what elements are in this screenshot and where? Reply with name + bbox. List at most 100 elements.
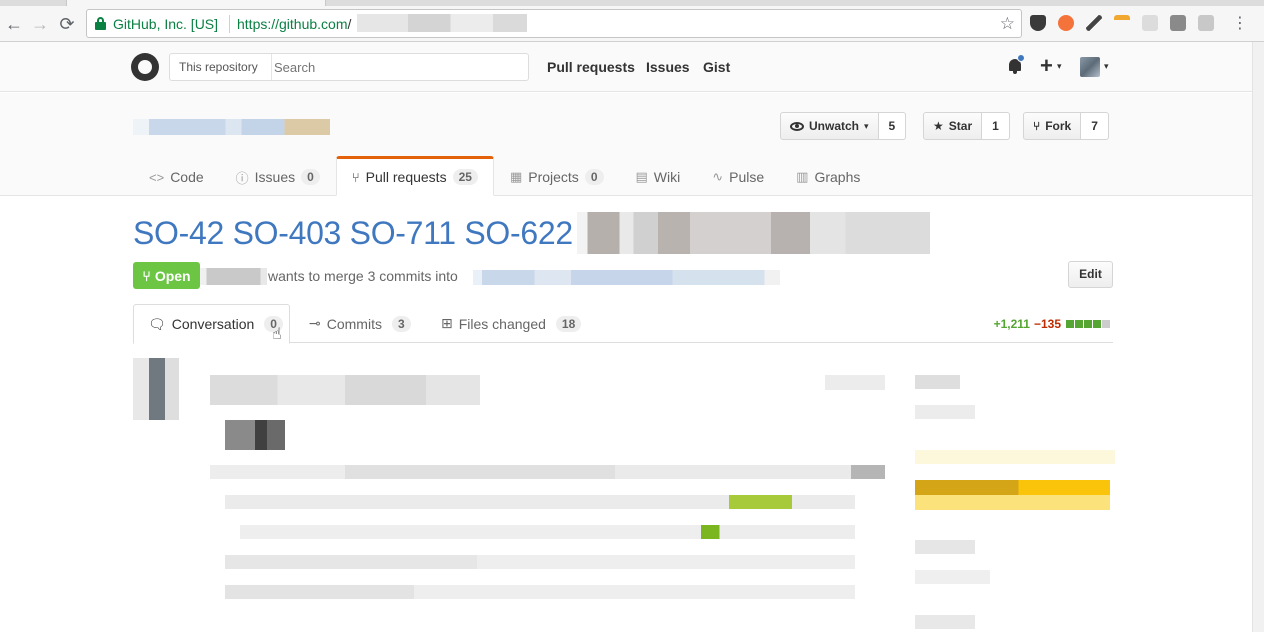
url-text: https://github.com/ [237,16,352,32]
tab-code[interactable]: <> Code [133,156,220,196]
nav-pull-requests[interactable]: Pull requests [547,59,635,75]
commit-icon: ⊸ [309,315,321,331]
eye-icon [790,121,804,131]
tab-pull-requests[interactable]: ⑂ Pull requests 25 [335,156,494,196]
search-scope-label: This repository [170,54,272,80]
github-page: This repository Pull requests Issues Gis… [0,42,1252,632]
pocket-icon[interactable] [1030,15,1046,31]
graph-icon: ▥ [796,169,809,184]
fork-count[interactable]: 7 [1081,112,1109,140]
site-header: This repository Pull requests Issues Gis… [0,42,1252,92]
comment-line-redacted [225,495,855,509]
bookmark-star-icon[interactable]: ☆ [1000,14,1015,34]
diffstat-block [1102,320,1110,328]
title-redacted [577,212,930,254]
extension-icon[interactable] [1114,15,1130,31]
tab-commits[interactable]: ⊸ Commits 3 [295,304,425,343]
ev-certificate-label: GitHub, Inc. [US] [113,16,219,32]
files-changed-counter: 18 [555,315,582,332]
file-diff-icon: ⊞ [441,315,453,331]
search-input[interactable] [274,57,524,77]
tab-issues[interactable]: ⓘ Issues 0 [220,156,336,196]
extension-icon[interactable] [1142,15,1158,31]
comment-line-redacted [225,555,855,569]
comment-line-redacted [240,525,855,539]
avatar [133,358,179,420]
lock-icon [95,17,106,30]
commits-counter: 3 [391,315,411,332]
comment-icon: 🗨 [148,315,166,332]
diffstat-block [1075,320,1083,328]
diffstat-block [1093,320,1101,328]
labels-redacted [915,480,1110,495]
avatar[interactable] [1080,57,1100,77]
forward-icon[interactable]: → [28,12,52,36]
author-redacted[interactable] [200,268,267,285]
sidebar-label-redacted [915,615,975,629]
status-badge: ⑂ Open [133,262,200,289]
grammarly-icon[interactable] [1198,15,1214,31]
unread-indicator [1017,54,1025,62]
eyedropper-icon[interactable] [1086,15,1102,31]
extension-icon[interactable] [1170,15,1186,31]
fork-button[interactable]: ⑂ Fork [1023,112,1082,140]
diffstat: +1,211 −135 [994,317,1110,331]
scrollbar[interactable] [1252,42,1264,632]
sidebar-value-redacted [915,405,975,419]
repo-nav: <> Code ⓘ Issues 0 ⑂ Pull requests 25 ▦ Projec… [133,156,876,196]
fork-icon: ⑂ [1033,119,1041,133]
repo-header: Unwatch ▾ 5 ★ Star 1 ⑂ Fork 7 <> Code ⓘ Issue… [0,93,1252,196]
unwatch-button[interactable]: Unwatch ▾ [780,112,879,140]
notifications-bell-icon[interactable] [1007,54,1025,75]
sidebar-label-redacted [915,375,960,389]
code-icon: <> [149,169,165,185]
base-branch-redacted[interactable] [473,270,780,285]
issues-counter: 0 [301,169,320,185]
repo-title-redacted[interactable] [133,119,330,135]
sidebar-label-redacted [915,540,975,554]
merge-description: wants to merge 3 commits into [268,268,458,284]
create-new-icon[interactable]: + [1040,53,1053,79]
book-icon: ▤ [635,169,648,184]
nav-gist[interactable]: Gist [703,59,730,75]
star-count[interactable]: 1 [982,112,1010,140]
tab-pulse[interactable]: ∿ Pulse [696,156,780,196]
tab-projects[interactable]: ▦ Projects 0 [494,156,620,196]
diffstat-block [1066,320,1074,328]
menu-icon[interactable]: ⋮ [1228,12,1252,36]
pull-requests-counter: 25 [452,169,478,185]
edit-button[interactable]: Edit [1068,261,1113,288]
address-bar[interactable]: GitHub, Inc. [US] https://github.com/ ☆ [86,9,1022,38]
nav-issues[interactable]: Issues [646,59,690,75]
brave-icon[interactable] [1058,15,1074,31]
tab-graphs[interactable]: ▥ Graphs [780,156,876,196]
browser-toolbar: ← → ⟳ GitHub, Inc. [US] https://github.c… [0,6,1264,42]
project-icon: ▦ [509,169,523,184]
tab-conversation[interactable]: 🗨 Conversation 0 [133,304,290,344]
star-button[interactable]: ★ Star [923,112,983,140]
labels-redacted [915,495,1110,510]
comment-header-redacted [210,375,480,405]
chevron-down-icon[interactable]: ▾ [1104,61,1109,72]
pulse-icon: ∿ [712,169,724,184]
sidebar-value-redacted [915,570,990,584]
fork-group: ⑂ Fork 7 [1023,112,1109,140]
star-icon: ★ [933,119,944,133]
search-box[interactable]: This repository [169,53,529,81]
additions-count: +1,211 [993,317,1030,331]
github-logo-icon[interactable] [131,53,159,81]
pointer-cursor-icon: ☝ [272,326,282,343]
watch-count[interactable]: 5 [878,112,907,140]
chevron-down-icon[interactable]: ▾ [1057,61,1062,72]
comment-image-redacted [225,420,285,450]
pull-request-icon: ⑂ [142,267,151,284]
pull-request-icon: ⑂ [351,169,360,185]
diffstat-bar [1065,317,1110,331]
tab-files-changed[interactable]: ⊞ Files changed 18 [427,304,595,343]
reload-icon[interactable]: ⟳ [55,12,79,36]
timestamp-redacted [825,375,885,390]
comment-line-redacted [225,585,855,599]
watch-group: Unwatch ▾ 5 [780,112,907,140]
back-icon[interactable]: ← [2,12,26,36]
tab-wiki[interactable]: ▤ Wiki [620,156,697,196]
